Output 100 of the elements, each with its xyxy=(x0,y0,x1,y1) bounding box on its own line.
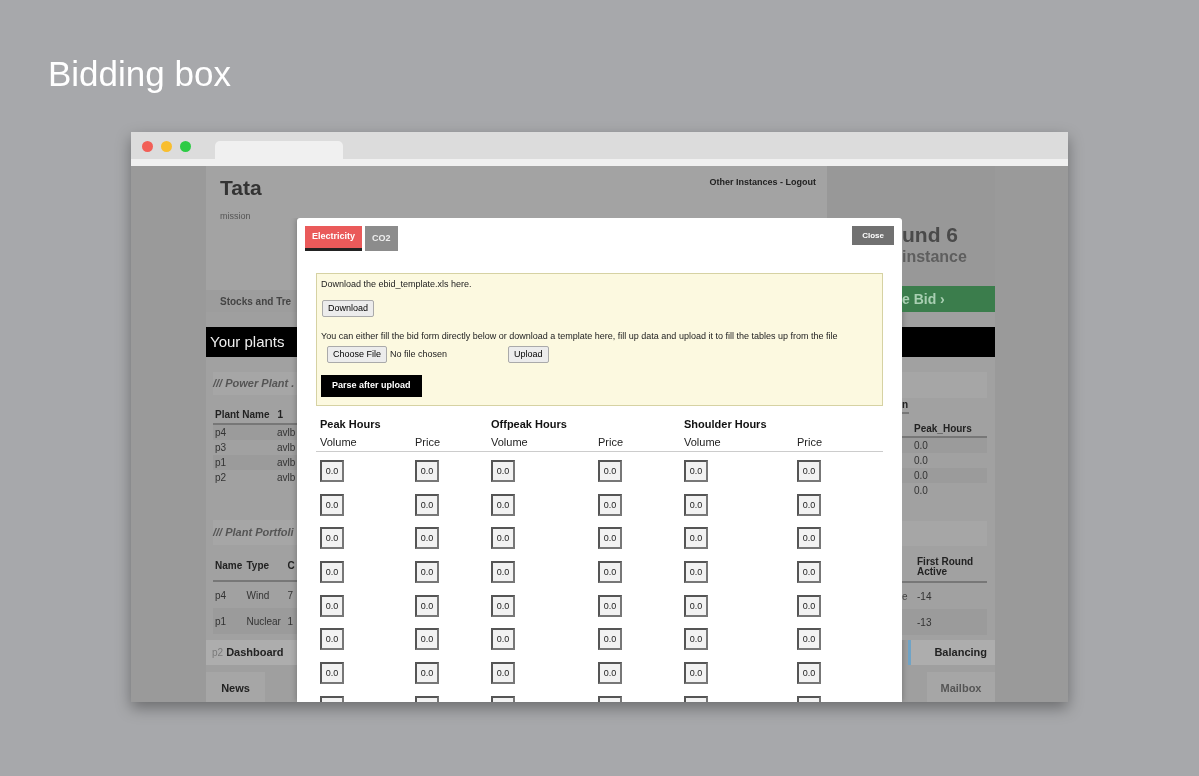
column-header: Volume xyxy=(320,434,357,450)
group-heading: Shoulder Hours xyxy=(684,416,767,432)
column-header: Type xyxy=(246,558,271,573)
input-field[interactable]: 0.0 xyxy=(684,493,708,516)
input-field[interactable]: 0.0 xyxy=(491,527,515,550)
section-title: Your plants xyxy=(210,331,285,352)
input-field[interactable]: 0.0 xyxy=(598,662,622,685)
input-field[interactable]: 0.0 xyxy=(491,662,515,685)
section-heading: /// Plant Portfoli xyxy=(213,520,297,545)
input-field[interactable]: 0.0 xyxy=(797,561,821,584)
nav-item[interactable]: Balancing xyxy=(908,640,995,665)
input-field[interactable]: 0.0 xyxy=(491,594,515,617)
input-field[interactable]: 0.0 xyxy=(320,493,344,516)
round-title: und 6 xyxy=(902,223,958,246)
slide-title: Bidding box xyxy=(48,53,231,95)
input-field[interactable]: 0.0 xyxy=(491,561,515,584)
input-field[interactable]: 0.0 xyxy=(598,628,622,651)
input-field[interactable]: 0.0 xyxy=(598,460,622,482)
instance-label: instance xyxy=(902,248,967,265)
table-cell-text: avlb xyxy=(277,426,296,440)
input-field[interactable]: 0.0 xyxy=(320,628,344,651)
column-header: Volume xyxy=(684,434,721,450)
table-cell-text: avlb xyxy=(277,471,296,485)
table-cell-text: 0.0 xyxy=(914,469,928,483)
input-field[interactable]: 0.0 xyxy=(684,594,708,617)
table-cell-text: p1 xyxy=(215,456,228,470)
input-field[interactable]: 0.0 xyxy=(598,561,622,584)
input-field[interactable]: 0.0 xyxy=(320,527,344,550)
table-cell-text: e xyxy=(902,589,909,604)
section-heading: /// Power Plant . xyxy=(213,372,297,395)
instruction-text: Download the ebid_template.xls here. xyxy=(321,278,472,290)
input-field[interactable]: 0.0 xyxy=(415,662,439,685)
input-field[interactable]: 0.0 xyxy=(684,662,708,685)
account-links[interactable]: Other Instances - Logout xyxy=(709,176,816,190)
nav-tab[interactable]: News xyxy=(206,672,265,702)
input-field[interactable]: 0.0 xyxy=(491,493,515,516)
column-header: n xyxy=(902,397,910,414)
table-cell-text: p4 xyxy=(215,426,228,440)
table-cell-text: p3 xyxy=(215,441,228,455)
input-field[interactable]: 0.0 xyxy=(797,493,821,516)
table-cell-text: p4 xyxy=(215,588,228,603)
input-field[interactable]: 0.0 xyxy=(491,628,515,651)
parse-button[interactable]: Parse after upload xyxy=(321,375,422,397)
column-header: Volume xyxy=(491,434,528,450)
site-subtitle: mission xyxy=(220,211,251,221)
column-header: Plant Name xyxy=(215,407,270,422)
group-heading: Offpeak Hours xyxy=(491,416,567,432)
table-cell-text: 0.0 xyxy=(914,454,928,468)
table-cell-text: -13 xyxy=(917,615,932,630)
input-field[interactable]: 0.0 xyxy=(415,527,439,550)
input-field[interactable]: 0.0 xyxy=(320,594,344,617)
table-cell-text: -14 xyxy=(917,589,932,604)
table-cell-text: p1 xyxy=(215,614,228,629)
column-header: Price xyxy=(797,434,823,450)
input-field[interactable]: 0.0 xyxy=(684,460,708,482)
nav-item[interactable]: Dashboard xyxy=(226,644,284,661)
table-cell-text: 1 xyxy=(287,614,295,629)
download-button[interactable]: Download xyxy=(322,300,375,317)
column-header: 1 xyxy=(277,407,284,422)
site-title: Tata xyxy=(220,176,262,200)
table-cell-text: 7 xyxy=(287,588,295,603)
file-status-text: No file chosen xyxy=(390,347,449,361)
input-field[interactable]: 0.0 xyxy=(320,662,344,685)
input-field[interactable]: 0.0 xyxy=(797,628,821,651)
table-cell-text: 0.0 xyxy=(914,439,928,453)
column-header: First Round Active xyxy=(917,556,975,577)
table-cell-text: avlb xyxy=(277,441,296,455)
column-header: Price xyxy=(415,434,441,450)
table-cell-text: avlb xyxy=(277,456,296,470)
instruction-text: You can either fill the bid form directly below or download a template here, fill up data and upload it to fill the tables up from the file xyxy=(321,330,838,342)
input-field[interactable]: 0.0 xyxy=(598,527,622,550)
input-field[interactable]: 0.0 xyxy=(797,460,821,482)
close-button[interactable]: Close xyxy=(852,226,894,245)
input-field[interactable]: 0.0 xyxy=(415,594,439,617)
input-field[interactable]: 0.0 xyxy=(684,628,708,651)
input-field[interactable]: 0.0 xyxy=(797,662,821,685)
choose-file-button[interactable]: Choose File xyxy=(327,346,388,363)
input-field[interactable]: 0.0 xyxy=(491,460,515,482)
input-field[interactable]: 0.0 xyxy=(320,460,344,482)
table-cell-text: Nuclear xyxy=(246,614,282,629)
table-cell-text: p2 xyxy=(215,471,228,485)
table-cell-text: Wind xyxy=(246,588,271,603)
input-field[interactable]: 0.0 xyxy=(415,561,439,584)
table-cell-text: 0.0 xyxy=(914,484,928,498)
input-field[interactable]: 0.0 xyxy=(415,493,439,516)
input-field[interactable]: 0.0 xyxy=(415,460,439,482)
column-header: Peak_Hours xyxy=(914,421,972,436)
input-field[interactable]: 0.0 xyxy=(684,561,708,584)
input-field[interactable]: 0.0 xyxy=(797,527,821,550)
upload-button[interactable]: Upload xyxy=(508,346,549,363)
input-field[interactable]: 0.0 xyxy=(415,628,439,651)
input-field[interactable]: 0.0 xyxy=(684,527,708,550)
input-field[interactable]: 0.0 xyxy=(598,493,622,516)
group-heading: Peak Hours xyxy=(320,416,381,432)
menu-item[interactable]: Stocks and Tre xyxy=(220,293,292,309)
input-field[interactable]: 0.0 xyxy=(598,594,622,617)
column-header: Price xyxy=(598,434,624,450)
input-field[interactable]: 0.0 xyxy=(320,561,344,584)
column-header: C xyxy=(287,558,296,573)
input-field[interactable]: 0.0 xyxy=(797,594,821,617)
